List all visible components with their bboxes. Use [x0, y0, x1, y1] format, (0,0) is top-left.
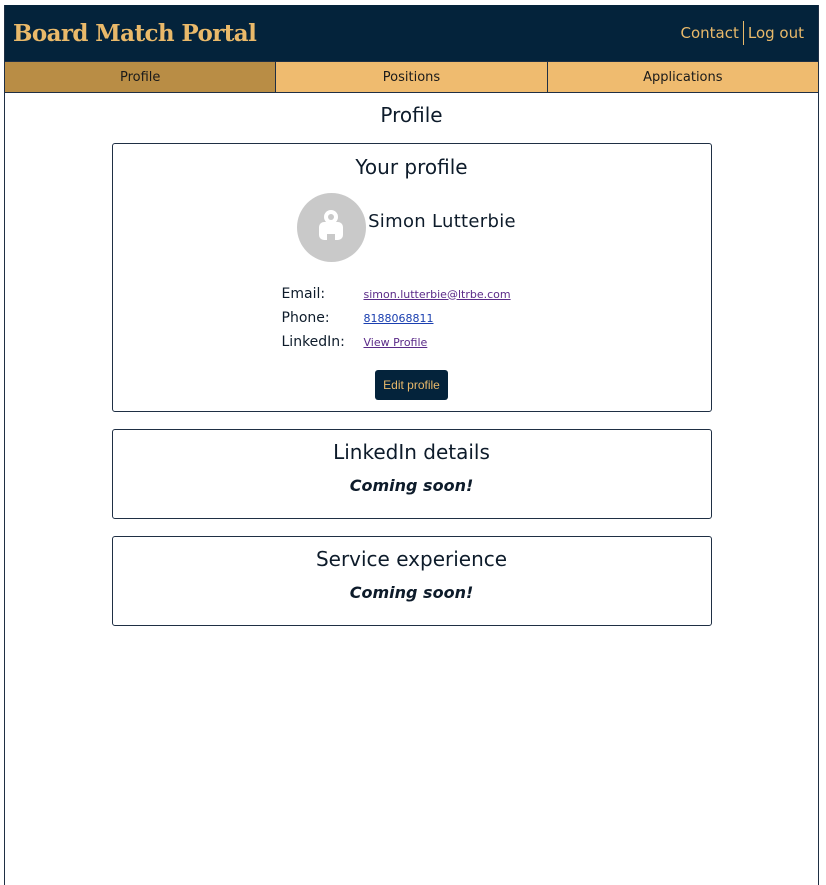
service-card-title: Service experience [315, 547, 508, 571]
linkedin-row: LinkedIn: View Profile [282, 330, 542, 354]
linkedin-link[interactable]: View Profile [364, 336, 428, 349]
logout-link[interactable]: Log out [744, 24, 808, 42]
linkedin-card-title: LinkedIn details [333, 440, 490, 464]
profile-card: Your profile Simon Lutterbie Email: simo… [111, 143, 712, 412]
avatar [297, 193, 367, 262]
phone-link[interactable]: 8188068811 [364, 312, 434, 325]
service-status: Coming soon! [349, 583, 474, 602]
profile-card-title: Your profile [355, 155, 468, 179]
linkedin-card: LinkedIn details Coming soon! [111, 429, 712, 519]
page-title: Profile [380, 103, 443, 127]
contact-fields: Email: simon.lutterbie@ltrbe.com Phone: … [282, 282, 542, 354]
linkedin-label: LinkedIn: [281, 334, 345, 350]
contact-link[interactable]: Contact [677, 24, 743, 42]
header-links: Contact Log out [677, 21, 809, 45]
email-row: Email: simon.lutterbie@ltrbe.com [282, 282, 542, 306]
profile-name: Simon Lutterbie [368, 211, 516, 232]
email-link[interactable]: simon.lutterbie@ltrbe.com [364, 288, 511, 301]
top-header: Board Match Portal Contact Log out [5, 5, 818, 61]
tab-applications[interactable]: Applications [547, 61, 818, 92]
service-card: Service experience Coming soon! [111, 536, 712, 626]
brand-title: Board Match Portal [13, 19, 257, 47]
email-label: Email: [281, 286, 326, 302]
user-icon [319, 210, 344, 240]
phone-label: Phone: [281, 310, 330, 326]
profile-identity: Simon Lutterbie [103, 193, 711, 262]
nav-tabs: Profile Positions Applications [5, 61, 818, 93]
phone-row: Phone: 8188068811 [282, 306, 542, 330]
tab-positions[interactable]: Positions [276, 61, 548, 92]
edit-profile-button[interactable]: Edit profile [375, 370, 448, 400]
app-frame: Board Match Portal Contact Log out Profi… [4, 5, 819, 885]
linkedin-status: Coming soon! [349, 476, 474, 495]
tab-profile[interactable]: Profile [5, 61, 277, 92]
